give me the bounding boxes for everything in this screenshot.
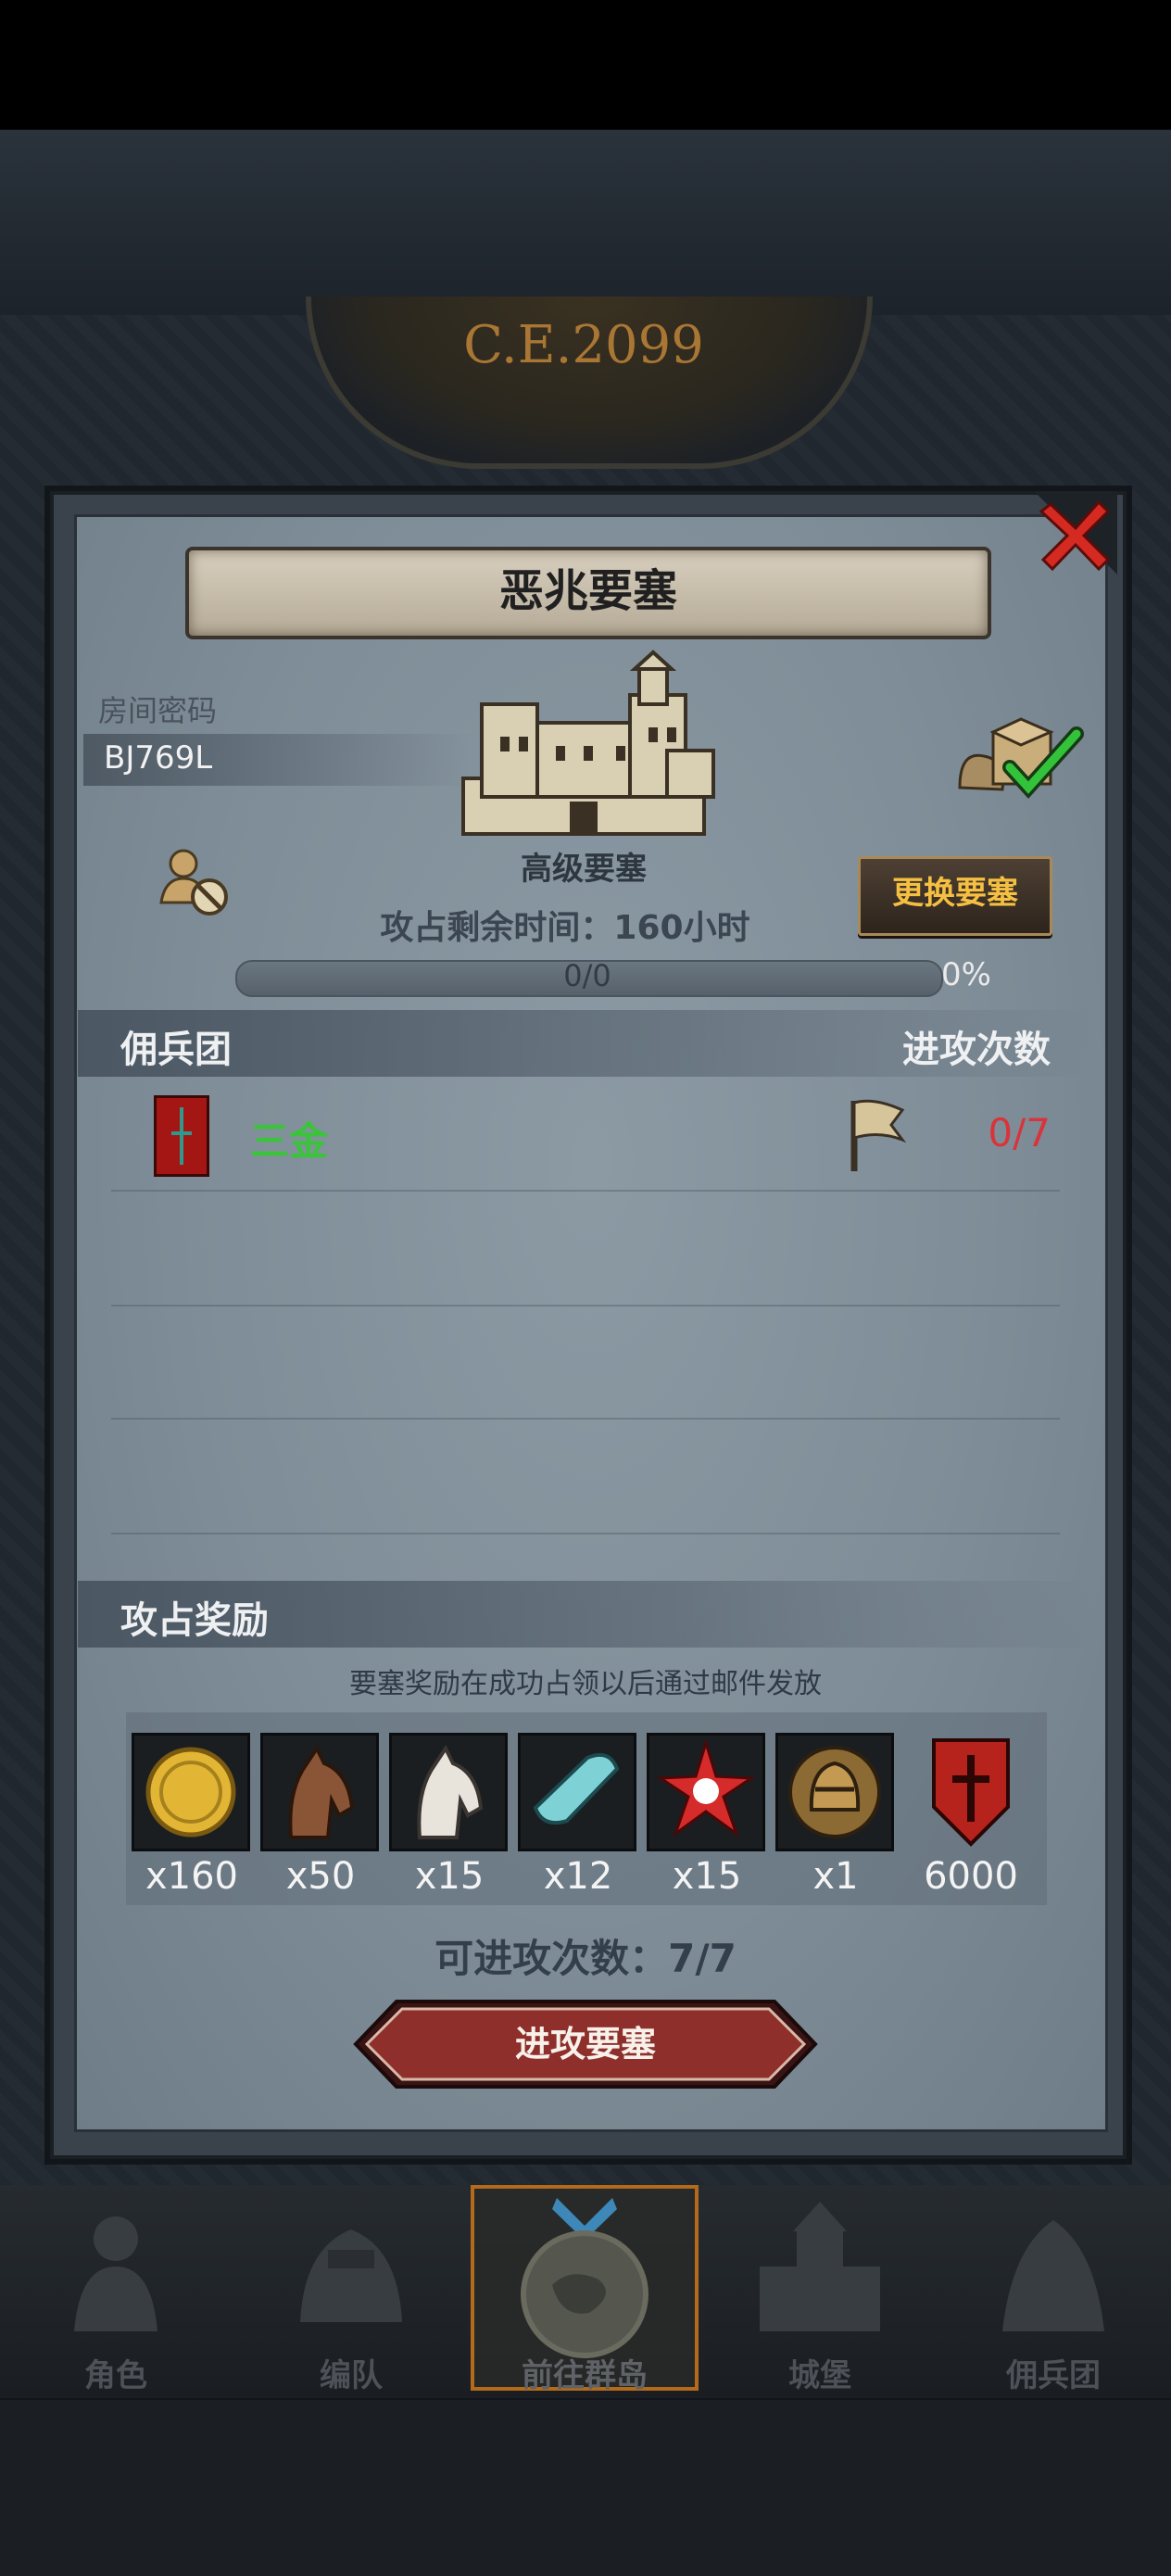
reward-qty: 6000 (924, 1855, 1018, 1898)
mercenary-attack-count: 0/7 (988, 1110, 1051, 1155)
reward-slot[interactable] (912, 1733, 1030, 1851)
character-icon (74, 2216, 157, 2331)
time-left-text: 攻占剩余时间：160小时 (380, 909, 750, 947)
cloth-roll-icon (533, 1753, 620, 1825)
change-fortress-label: 更换要塞 (892, 875, 1018, 912)
reward-qty: x50 (285, 1855, 356, 1898)
attack-count-header: 进攻次数 (902, 1029, 1051, 1071)
nav-label: 佣兵团 (1006, 2357, 1101, 2394)
guild-banner-icon (154, 1095, 209, 1177)
islands-icon (521, 2198, 648, 2358)
close-icon[interactable] (1034, 491, 1117, 575)
row-divider (111, 1305, 1060, 1307)
mercenary-header: 佣兵团 (120, 1029, 232, 1071)
reward-note: 要塞奖励在成功占领以后通过邮件发放 (349, 1668, 822, 1700)
fortress-level: 高级要塞 (521, 851, 647, 888)
reward-qty: x160 (145, 1855, 239, 1898)
top-black-bar (0, 0, 1171, 130)
row-divider (111, 1533, 1060, 1534)
reward-slot[interactable] (647, 1733, 765, 1851)
formation-icon (300, 2229, 402, 2322)
progress-count: 0/0 (563, 958, 611, 993)
row-divider (111, 1418, 1060, 1420)
reward-slot[interactable] (260, 1733, 379, 1851)
user-blocked-icon[interactable] (156, 843, 233, 921)
gold-coin-icon (145, 1747, 236, 1837)
reward-slot[interactable] (775, 1733, 894, 1851)
reward-qty: x15 (672, 1855, 742, 1898)
attacks-available: 可进攻次数：7/7 (434, 1936, 737, 1981)
nav-label: 角色 (84, 2357, 147, 2394)
dialog-title: 恶兆要塞 (498, 565, 677, 617)
brown-horse-icon (288, 1745, 355, 1839)
reward-qty: x12 (543, 1855, 613, 1898)
bottom-area (0, 2400, 1171, 2576)
mercenary-icon (1002, 2220, 1104, 2331)
reward-slot[interactable] (132, 1733, 250, 1851)
reward-qty: x15 (414, 1855, 485, 1898)
reward-slot[interactable] (389, 1733, 508, 1851)
attack-fortress-label: 进攻要塞 (514, 2024, 656, 2065)
progress-percent: 0% (941, 956, 991, 993)
header-band (0, 130, 1171, 315)
fortress-icon (461, 650, 715, 836)
room-code-value[interactable]: BJ769L (104, 739, 212, 777)
nav-label: 城堡 (788, 2357, 851, 2394)
nav-label: 前往群岛 (522, 2357, 648, 2394)
reward-qty: x1 (812, 1855, 859, 1898)
flag-icon (850, 1099, 906, 1171)
knight-helmet-icon (788, 1746, 881, 1838)
reward-header: 攻占奖励 (120, 1599, 269, 1642)
nav-label: 编队 (320, 2357, 383, 2394)
reward-slot[interactable] (518, 1733, 636, 1851)
castle-icon (760, 2202, 880, 2331)
year-label: C.E.2099 (463, 315, 704, 375)
row-divider (111, 1190, 1060, 1192)
supply-check-icon[interactable] (951, 713, 1084, 806)
white-horse-icon (417, 1745, 484, 1839)
guild-banner-icon (932, 1738, 1010, 1847)
room-code-label: 房间密码 (98, 693, 218, 728)
red-crystal-icon (656, 1737, 756, 1838)
mercenary-name[interactable]: 三金 (250, 1110, 328, 1167)
